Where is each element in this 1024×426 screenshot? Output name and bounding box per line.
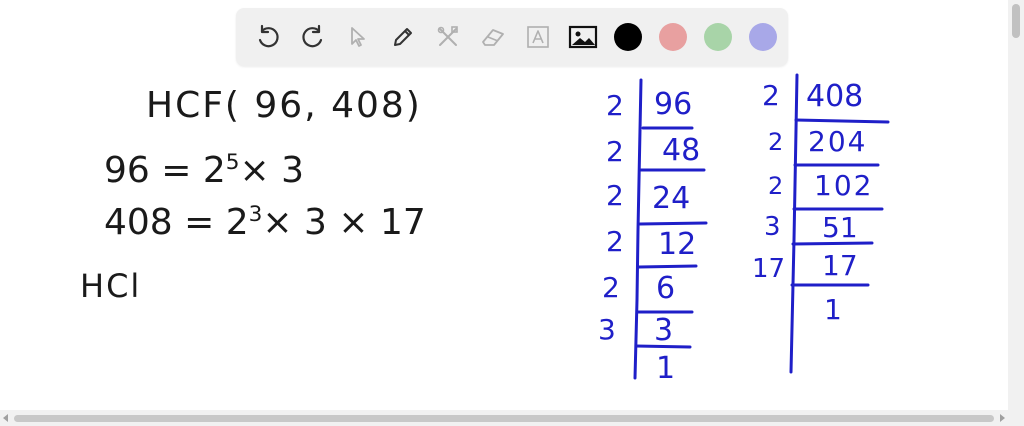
horizontal-scrollbar[interactable] bbox=[0, 410, 1008, 426]
div408-divisor-2: 2 bbox=[768, 128, 784, 156]
eraser-button[interactable] bbox=[473, 17, 513, 57]
color-blue-button[interactable] bbox=[743, 17, 783, 57]
whiteboard-canvas[interactable]: HCF( 96, 408) 96 = 25× 3 408 = 23× 3 × 1… bbox=[0, 0, 1024, 426]
image-button[interactable] bbox=[563, 17, 603, 57]
redo-button[interactable] bbox=[293, 17, 333, 57]
image-icon bbox=[568, 25, 598, 49]
undo-icon bbox=[258, 24, 279, 48]
red-swatch bbox=[659, 23, 687, 51]
div408-divisor-4: 3 bbox=[764, 212, 781, 242]
text-icon bbox=[527, 26, 549, 48]
scroll-left-icon[interactable] bbox=[3, 414, 8, 422]
scrollbar-corner bbox=[1008, 410, 1024, 426]
green-swatch bbox=[704, 23, 732, 51]
div408-divisor-1: 2 bbox=[762, 79, 780, 112]
color-black-button[interactable] bbox=[608, 17, 648, 57]
eraser-icon bbox=[482, 29, 504, 46]
tools-icon bbox=[437, 26, 458, 46]
text-button[interactable] bbox=[518, 17, 558, 57]
drawing-toolbar bbox=[236, 8, 788, 66]
div408-divisor-5: 17 bbox=[752, 254, 786, 284]
factorization-96-rest: × 3 bbox=[239, 150, 305, 191]
factorization-408: 408 = 23× 3 × 17 bbox=[104, 204, 426, 241]
factorization-408-rest: × 3 × 17 bbox=[262, 202, 426, 243]
color-green-button[interactable] bbox=[698, 17, 738, 57]
div96-quotient-1: 96 bbox=[654, 87, 693, 122]
factorization-408-base: 408 = 2 bbox=[104, 202, 249, 243]
factorization-408-exponent: 3 bbox=[248, 202, 263, 227]
div96-quotient-3: 24 bbox=[652, 181, 691, 216]
div408-quotient-4: 51 bbox=[822, 211, 858, 244]
div96-quotient-7: 1 bbox=[656, 351, 676, 386]
div408-quotient-1: 408 bbox=[806, 79, 864, 114]
div96-quotient-2: 48 bbox=[662, 133, 701, 168]
factorization-96-exponent: 5 bbox=[225, 150, 240, 175]
div408-quotient-2: 204 bbox=[808, 125, 868, 158]
pointer-icon bbox=[351, 27, 365, 47]
vertical-scroll-thumb[interactable] bbox=[1012, 4, 1020, 38]
undo-button[interactable] bbox=[248, 17, 288, 57]
select-button[interactable] bbox=[338, 17, 378, 57]
hcf-title: HCF( 96, 408) bbox=[146, 85, 422, 126]
div408-divisor-3: 2 bbox=[768, 172, 784, 200]
div408-quotient-3: 102 bbox=[814, 169, 874, 202]
div96-quotient-5: 6 bbox=[656, 271, 676, 306]
div96-divisor-6: 3 bbox=[598, 313, 616, 346]
div96-divisor-3: 2 bbox=[606, 179, 624, 212]
redo-icon bbox=[302, 24, 323, 48]
horizontal-scroll-thumb[interactable] bbox=[14, 415, 994, 422]
div96-quotient-6: 3 bbox=[654, 313, 674, 348]
factorization-96-base: 96 = 2 bbox=[104, 150, 226, 191]
div96-divisor-1: 2 bbox=[606, 89, 624, 122]
div408-quotient-6: 1 bbox=[824, 293, 842, 326]
tools-button[interactable] bbox=[428, 17, 468, 57]
blue-swatch bbox=[749, 23, 777, 51]
pen-button[interactable] bbox=[383, 17, 423, 57]
div96-divisor-4: 2 bbox=[606, 225, 624, 258]
color-red-button[interactable] bbox=[653, 17, 693, 57]
scroll-right-icon[interactable] bbox=[1000, 414, 1005, 422]
vertical-scrollbar[interactable] bbox=[1008, 0, 1024, 410]
div96-divisor-2: 2 bbox=[606, 135, 624, 168]
div408-quotient-5: 17 bbox=[822, 249, 858, 282]
factorization-96: 96 = 25× 3 bbox=[104, 152, 304, 189]
div96-quotient-4: 12 bbox=[658, 227, 697, 262]
black-swatch bbox=[614, 23, 642, 51]
div96-divisor-5: 2 bbox=[602, 271, 620, 304]
pen-icon bbox=[394, 28, 412, 46]
hcf-partial-text: HCl bbox=[80, 267, 142, 305]
